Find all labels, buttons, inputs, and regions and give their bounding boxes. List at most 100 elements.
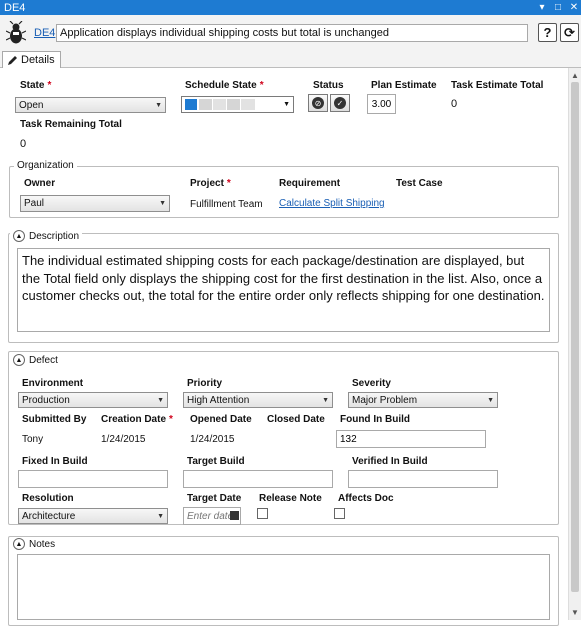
collapse-icon[interactable]: ▲ <box>13 538 25 550</box>
schedule-state-segment-defined[interactable] <box>185 99 199 110</box>
task-remaining-total-label: Task Remaining Total <box>20 119 122 130</box>
notes-text <box>18 555 549 561</box>
status-label: Status <box>313 80 344 91</box>
chevron-down-icon: ▼ <box>283 101 290 108</box>
organization-legend: Organization <box>14 160 77 171</box>
task-estimate-total-label: Task Estimate Total <box>451 80 544 91</box>
verified-in-build-input[interactable] <box>348 470 498 488</box>
owner-label: Owner <box>24 178 56 189</box>
vertical-scrollbar[interactable]: ▲ ▼ <box>568 68 581 620</box>
chevron-down-icon: ▼ <box>157 396 164 404</box>
schedule-state-select[interactable]: ▼ <box>181 96 294 113</box>
chevron-down-icon: ▼ <box>157 512 164 520</box>
environment-label: Environment <box>22 378 84 389</box>
verified-in-build-label: Verified In Build <box>352 456 428 467</box>
help-button[interactable]: ? <box>538 23 557 42</box>
checkmark-icon: ✓ <box>334 97 346 109</box>
environment-value: Production <box>22 394 70 406</box>
state-label: State * <box>20 80 52 91</box>
ready-status-button[interactable]: ✓ <box>330 94 350 112</box>
schedule-state-segment-accepted[interactable] <box>227 99 241 110</box>
resolution-label: Resolution <box>22 493 74 504</box>
release-note-checkbox[interactable] <box>257 508 268 519</box>
help-icon: ? <box>543 25 552 40</box>
resolution-select[interactable]: Architecture ▼ <box>18 508 168 524</box>
severity-value: Major Problem <box>352 394 418 406</box>
notes-textarea[interactable] <box>17 554 550 620</box>
priority-value: High Attention <box>187 394 250 406</box>
window-title: DE4 <box>4 1 26 14</box>
opened-date-value: 1/24/2015 <box>190 434 235 445</box>
target-date-label: Target Date <box>187 493 242 504</box>
creation-date-label: Creation Date * <box>101 414 173 425</box>
release-note-label: Release Note <box>259 493 322 504</box>
refresh-button[interactable]: ⟳ <box>560 23 579 42</box>
severity-select[interactable]: Major Problem ▼ <box>348 392 498 408</box>
pencil-icon <box>8 55 17 65</box>
fixed-in-build-input[interactable] <box>18 470 168 488</box>
scrollbar-thumb[interactable] <box>571 82 579 592</box>
window-titlebar: DE4 ▾ □ ✕ <box>0 0 581 15</box>
collapse-icon[interactable]: ▲ <box>13 354 25 366</box>
blocked-icon: ⊘ <box>312 97 324 109</box>
tab-details-label: Details <box>21 54 55 66</box>
chevron-down-icon: ▼ <box>159 200 166 207</box>
state-select[interactable]: Open ▼ <box>15 97 166 113</box>
submitted-by-label: Submitted By <box>22 414 87 425</box>
severity-label: Severity <box>352 378 391 389</box>
menu-dropdown-icon[interactable]: ▾ <box>535 2 549 13</box>
owner-select[interactable]: Paul ▼ <box>20 195 170 212</box>
artifact-id-link[interactable]: DE4 <box>34 27 55 39</box>
task-remaining-total-value: 0 <box>20 138 27 150</box>
state-value: Open <box>19 99 44 111</box>
target-build-label: Target Build <box>187 456 245 467</box>
schedule-state-segment-in-progress[interactable] <box>199 99 213 110</box>
plan-estimate-label: Plan Estimate <box>371 80 437 91</box>
blocked-status-button[interactable]: ⊘ <box>308 94 328 112</box>
chevron-down-icon: ▼ <box>322 396 329 404</box>
fixed-in-build-label: Fixed In Build <box>22 456 88 467</box>
plan-estimate-input[interactable] <box>367 94 396 114</box>
notes-legend[interactable]: ▲ Notes <box>10 538 59 550</box>
project-value: Fulfillment Team <box>190 199 263 210</box>
environment-select[interactable]: Production ▼ <box>18 392 168 408</box>
refresh-icon: ⟳ <box>564 24 575 40</box>
target-build-input[interactable] <box>183 470 333 488</box>
description-legend[interactable]: ▲ Description <box>10 230 83 242</box>
closed-date-label: Closed Date <box>267 414 325 425</box>
found-in-build-input[interactable] <box>336 430 486 448</box>
details-panel: State * Schedule State * Status Plan Estim… <box>0 68 568 626</box>
close-icon[interactable]: ✕ <box>567 2 581 13</box>
chevron-down-icon: ▼ <box>487 396 494 404</box>
tab-bar: Details <box>0 49 581 69</box>
description-text: The individual estimated shipping costs … <box>22 253 545 303</box>
defect-legend[interactable]: ▲ Defect <box>10 354 61 366</box>
chevron-down-icon: ▼ <box>155 101 162 109</box>
submitted-by-value: Tony <box>22 434 44 445</box>
scroll-up-icon[interactable]: ▲ <box>571 71 579 80</box>
artifact-header: DE4 ? ⟳ <box>0 15 581 49</box>
resolution-value: Architecture <box>22 510 76 522</box>
scroll-down-icon[interactable]: ▼ <box>571 608 579 617</box>
affects-doc-checkbox[interactable] <box>334 508 345 519</box>
calendar-icon[interactable] <box>230 511 239 520</box>
schedule-state-segment-released[interactable] <box>241 99 255 110</box>
schedule-state-segment-completed[interactable] <box>213 99 227 110</box>
tab-details[interactable]: Details <box>2 51 61 69</box>
opened-date-label: Opened Date <box>190 414 252 425</box>
test-case-label: Test Case <box>396 178 443 189</box>
collapse-icon[interactable]: ▲ <box>13 230 25 242</box>
maximize-icon[interactable]: □ <box>551 2 565 13</box>
schedule-state-label: Schedule State * <box>185 80 264 91</box>
affects-doc-label: Affects Doc <box>338 493 394 504</box>
found-in-build-label: Found In Build <box>340 414 410 425</box>
artifact-title-input[interactable] <box>56 24 528 42</box>
description-textarea[interactable]: The individual estimated shipping costs … <box>17 248 550 332</box>
owner-value: Paul <box>24 198 45 209</box>
task-estimate-total-value: 0 <box>451 98 458 110</box>
project-label: Project * <box>190 178 231 189</box>
priority-label: Priority <box>187 378 223 389</box>
priority-select[interactable]: High Attention ▼ <box>183 392 333 408</box>
requirement-link[interactable]: Calculate Split Shipping <box>279 198 385 209</box>
defect-bug-icon <box>6 21 26 44</box>
